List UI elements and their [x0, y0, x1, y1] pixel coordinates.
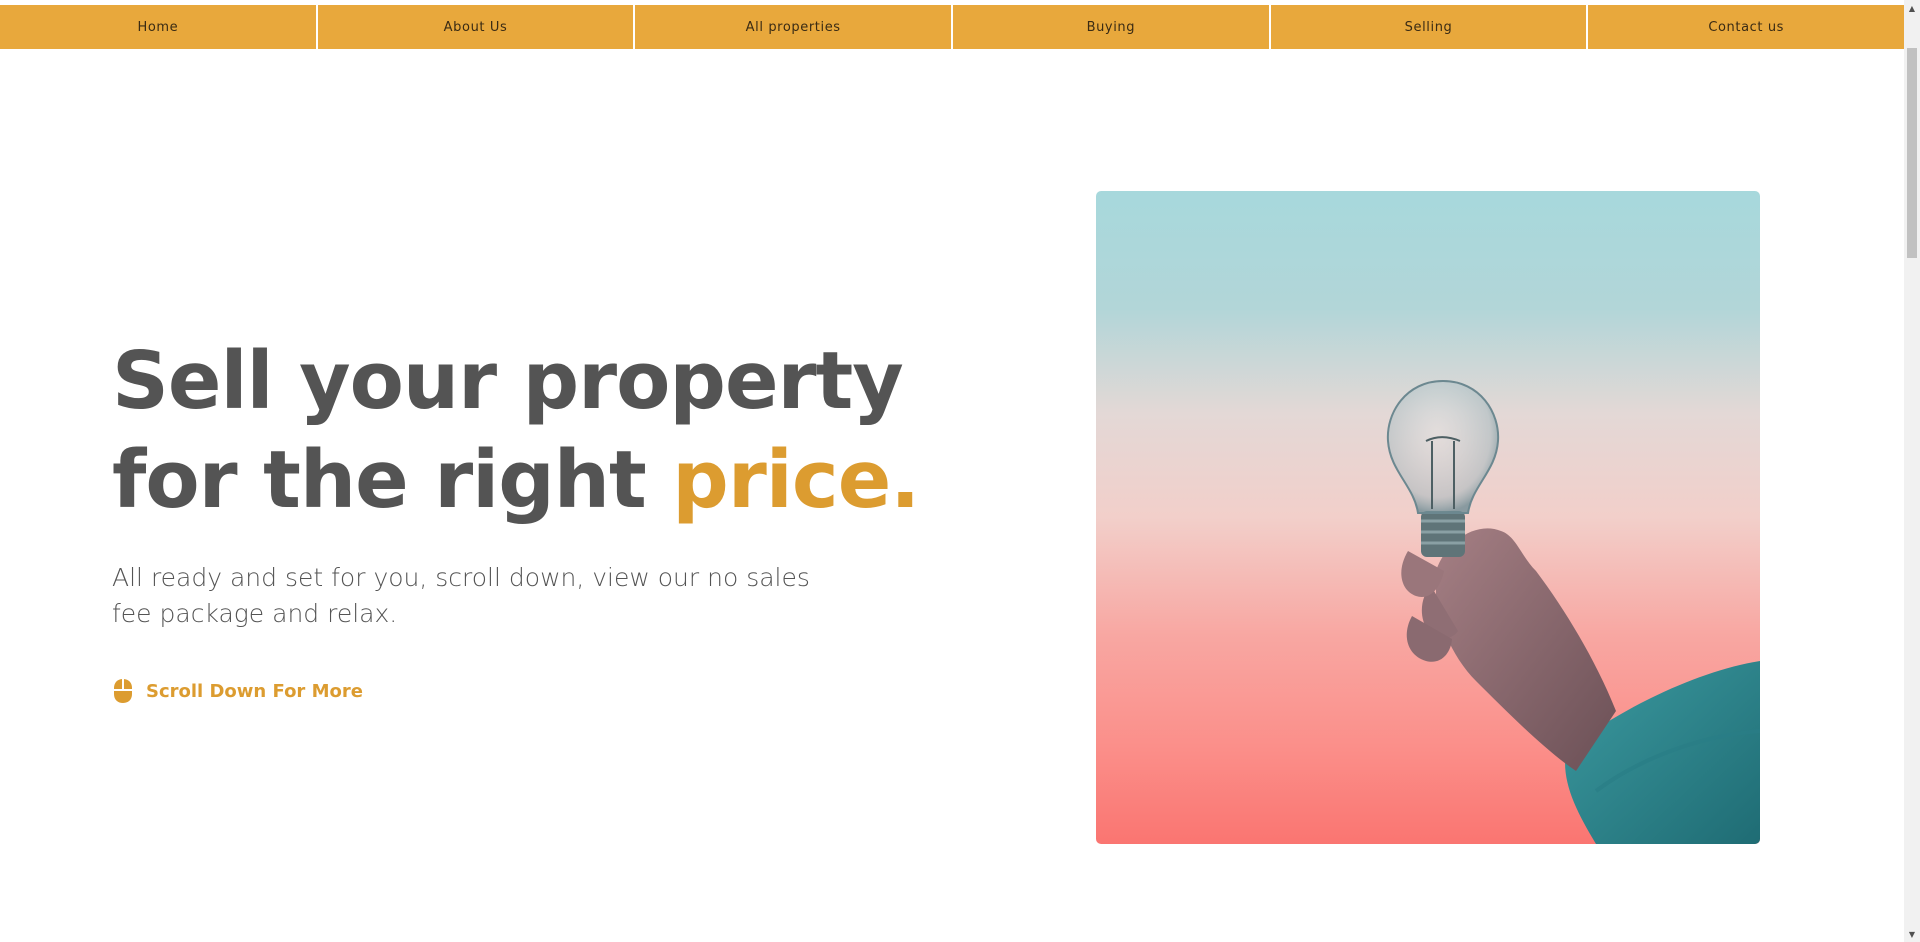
nav-item-home[interactable]: Home — [0, 5, 316, 49]
hero-image — [1096, 191, 1760, 844]
scrollbar-thumb[interactable] — [1907, 48, 1917, 258]
scroll-down-label: Scroll Down For More — [146, 680, 363, 702]
nav-item-buying[interactable]: Buying — [953, 5, 1269, 49]
hero-title-line2: for the right — [112, 434, 673, 526]
scroll-down-arrow-icon[interactable]: ▼ — [1904, 926, 1920, 942]
hero-subtitle: All ready and set for you, scroll down, … — [112, 563, 810, 628]
hero-title-accent: price. — [672, 434, 920, 526]
page: Home About Us All properties Buying Sell… — [0, 0, 1920, 942]
hero-title: Sell your property for the right price. — [112, 332, 932, 530]
scroll-down-link[interactable]: Scroll Down For More — [112, 678, 363, 704]
lightbulb-hand-illustration — [1096, 191, 1760, 844]
main-nav: Home About Us All properties Buying Sell… — [0, 5, 1905, 49]
nav-item-contact-us[interactable]: Contact us — [1588, 5, 1905, 49]
nav-item-all-properties[interactable]: All properties — [635, 5, 952, 49]
nav-item-selling[interactable]: Selling — [1270, 5, 1587, 49]
nav-item-about-us[interactable]: About Us — [317, 5, 634, 49]
vertical-scrollbar[interactable]: ▲ ▼ — [1904, 0, 1920, 942]
scroll-up-arrow-icon[interactable]: ▲ — [1904, 0, 1920, 16]
hero-title-line1: Sell your property — [112, 335, 904, 427]
mouse-icon — [112, 678, 134, 704]
